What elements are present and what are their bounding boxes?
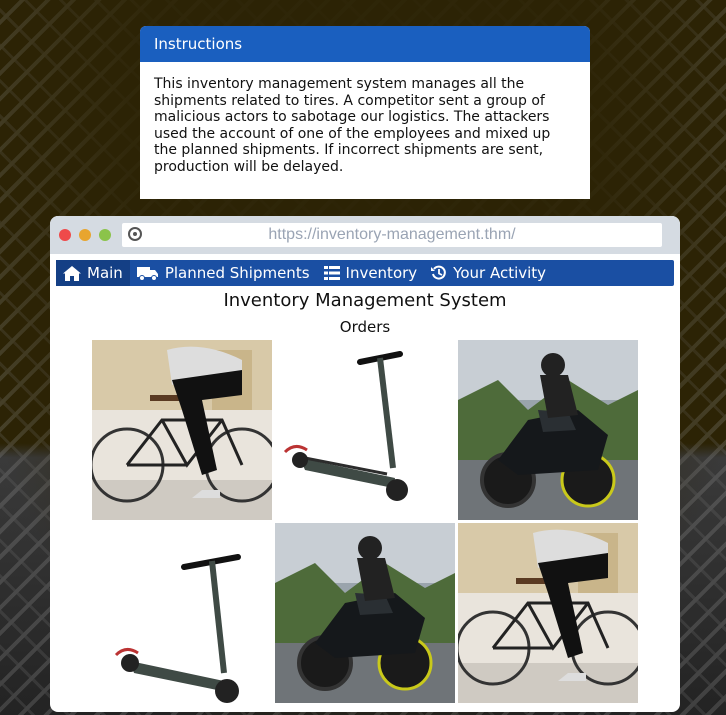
order-item-scooter[interactable] <box>275 340 455 520</box>
address-bar[interactable]: https://inventory-management.thm/ <box>122 223 662 247</box>
bicycle-image <box>458 523 638 703</box>
order-item-bicycle[interactable] <box>458 523 638 703</box>
list-icon <box>323 266 340 280</box>
site-info-icon[interactable] <box>128 227 142 241</box>
nav-inventory[interactable]: Inventory <box>317 260 425 286</box>
nav-your-activity[interactable]: Your Activity <box>424 260 553 286</box>
instructions-panel: Instructions This inventory management s… <box>140 26 590 199</box>
nav-planned-shipments-label: Planned Shipments <box>164 264 310 282</box>
minimize-window-dot[interactable] <box>79 229 91 241</box>
page-title: Inventory Management System <box>223 290 507 311</box>
instructions-text: This inventory management system manages… <box>154 76 551 175</box>
truck-icon <box>136 266 158 281</box>
browser-window: https://inventory-management.thm/ Main P… <box>50 216 680 712</box>
nav-planned-shipments[interactable]: Planned Shipments <box>130 260 317 286</box>
close-window-dot[interactable] <box>59 229 71 241</box>
nav-main-label: Main <box>87 264 123 282</box>
nav-main[interactable]: Main <box>56 260 130 286</box>
maximize-window-dot[interactable] <box>99 229 111 241</box>
nav-inventory-label: Inventory <box>345 264 418 282</box>
orders-heading: Orders <box>339 318 391 336</box>
order-item-motorcycle[interactable] <box>458 340 638 520</box>
main-navbar: Main Planned Shipments Inventory Your Ac… <box>56 260 674 286</box>
order-item-motorcycle[interactable] <box>275 523 455 703</box>
nav-your-activity-label: Your Activity <box>453 264 547 282</box>
order-item-bicycle[interactable] <box>92 340 272 520</box>
scooter-image <box>92 523 272 703</box>
history-icon <box>431 265 446 280</box>
browser-chrome: https://inventory-management.thm/ <box>50 216 680 254</box>
url-text: https://inventory-management.thm/ <box>268 226 516 243</box>
home-icon <box>63 265 81 281</box>
instructions-title: Instructions <box>140 26 590 62</box>
motorcycle-image <box>275 523 455 703</box>
bicycle-image <box>92 340 272 520</box>
order-item-scooter[interactable] <box>92 523 272 703</box>
scooter-image <box>275 340 455 520</box>
motorcycle-image <box>458 340 638 520</box>
